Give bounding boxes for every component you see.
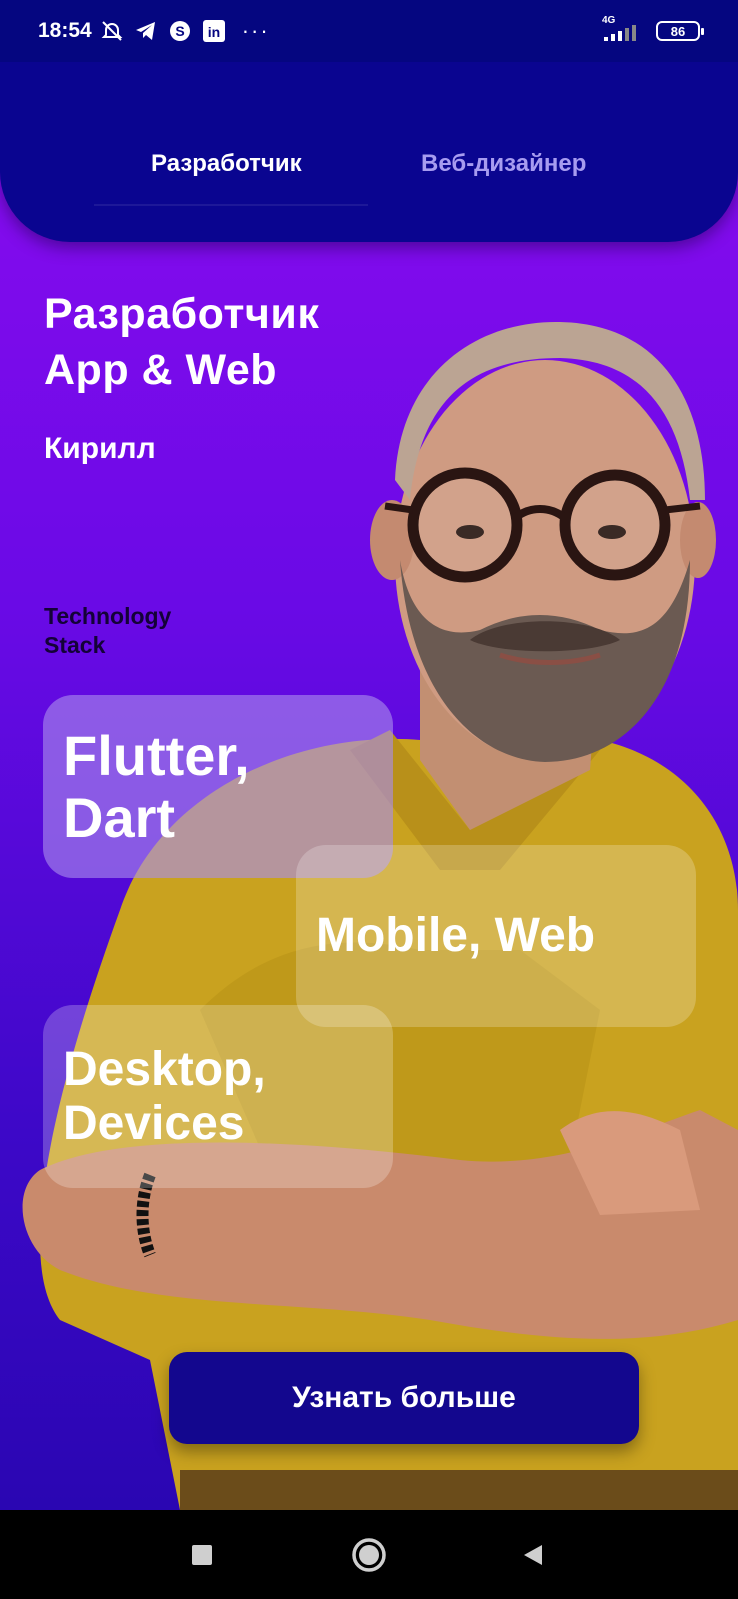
back-icon[interactable] <box>510 1532 556 1578</box>
battery-icon: 86 <box>656 21 704 41</box>
status-bar: 18:54 S in ··· 4G 86 <box>0 0 738 62</box>
battery-level: 86 <box>670 23 686 39</box>
app-screen: 18:54 S in ··· 4G 86 Разработчик Веб-диз… <box>0 0 738 1510</box>
svg-text:S: S <box>175 23 184 39</box>
chip-2-line1: Mobile, Web <box>316 909 596 962</box>
tab-indicator <box>94 204 368 206</box>
tab-header: Разработчик Веб-дизайнер <box>0 40 738 242</box>
more-icon: ··· <box>241 18 270 43</box>
learn-more-button[interactable]: Узнать больше <box>169 1352 639 1444</box>
system-nav-bar <box>0 1510 738 1599</box>
mute-icon <box>100 19 124 43</box>
chip-1-line1: Flutter, <box>63 723 250 787</box>
network-label: 4G <box>602 15 616 26</box>
tab-web-designer[interactable]: Веб-дизайнер <box>421 150 586 178</box>
status-time: 18:54 <box>38 19 92 42</box>
tech-stack-label-line2: Stack <box>44 632 106 658</box>
linkedin-icon: in <box>202 19 226 43</box>
home-icon[interactable] <box>346 1532 392 1578</box>
telegram-icon <box>134 19 158 43</box>
hero-title-line2: App & Web <box>44 346 278 394</box>
tab-developer[interactable]: Разработчик <box>151 150 302 178</box>
chip-3-line2: Devices <box>63 1096 245 1150</box>
hero-title: Разработчик App & Web <box>44 286 319 398</box>
svg-text:in: in <box>207 24 219 40</box>
chip-desktop-devices: Desktop, Devices <box>43 1005 393 1188</box>
hero-title-line1: Разработчик <box>44 290 320 338</box>
chip-1-line2: Dart <box>63 785 176 849</box>
chip-3-line1: Desktop, <box>63 1042 266 1096</box>
chip-mobile-web: Mobile, Web <box>296 845 696 1027</box>
tech-stack-label: Technology Stack <box>44 602 171 660</box>
signal-icon: 4G <box>602 15 646 43</box>
person-name: Кирилл <box>44 432 156 465</box>
tech-stack-label-line1: Technology <box>44 603 172 629</box>
skype-icon: S <box>168 19 192 43</box>
recent-apps-icon[interactable] <box>179 1532 225 1578</box>
